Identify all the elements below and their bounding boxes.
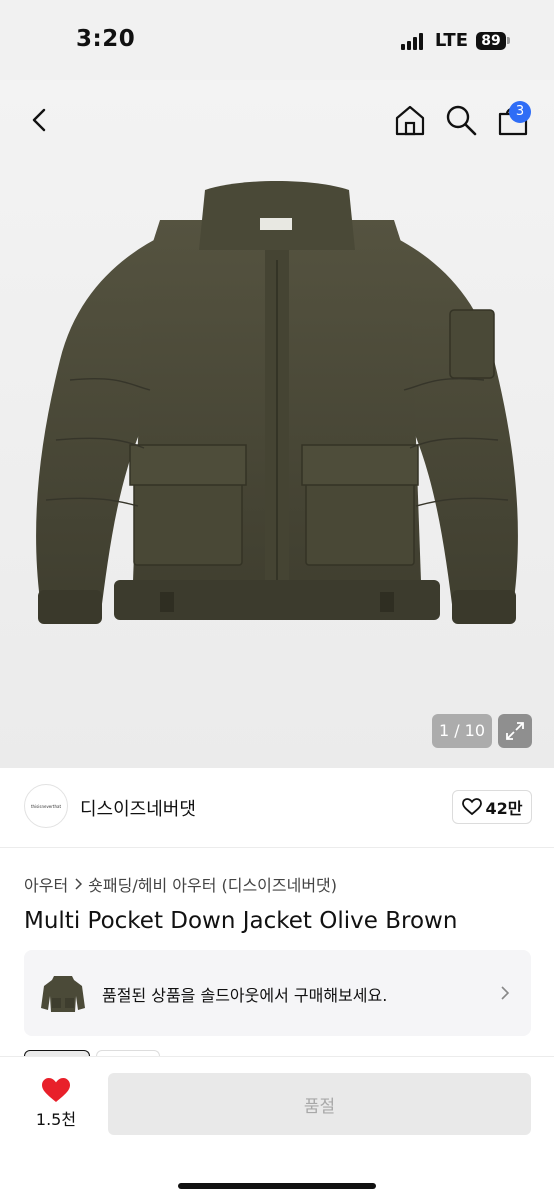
battery-level: 89 (476, 31, 506, 50)
heart-outline-icon (461, 798, 482, 816)
image-pager: 1 / 10 (432, 714, 492, 748)
breadcrumb-item-padding[interactable]: 숏패딩/헤비 아우터 (디스이즈네버댓) (88, 872, 337, 896)
home-indicator (178, 1183, 376, 1189)
product-photo (36, 181, 518, 624)
status-time: 3:20 (76, 26, 136, 52)
brand-logo[interactable]: thisisneverthat (24, 784, 68, 828)
expand-icon[interactable] (498, 714, 532, 748)
chevron-right-icon (501, 986, 510, 1000)
battery-icon: 89 (476, 31, 510, 50)
breadcrumb: 아우터 숏패딩/헤비 아우터 (디스이즈네버댓) (24, 872, 337, 896)
product-image-gallery[interactable]: 3 1 / 10 (0, 80, 554, 768)
home-icon[interactable] (392, 102, 428, 138)
wishlist-count: 1.5천 (35, 1110, 77, 1129)
soldout-button[interactable]: 품절 (108, 1073, 531, 1135)
back-arrow-icon[interactable] (22, 102, 58, 138)
bottom-action-bar: 1.5천 품절 (0, 1056, 554, 1200)
status-bar: 3:20 LTE 89 (0, 0, 554, 80)
product-title: Multi Pocket Down Jacket Olive Brown (24, 908, 458, 934)
soldout-banner-text: 품절된 상품을 솔드아웃에서 구매해보세요. (102, 986, 388, 1005)
chevron-right-icon (75, 878, 83, 890)
brand-name[interactable]: 디스이즈네버댓 (80, 795, 196, 821)
search-icon[interactable] (444, 102, 478, 138)
brand-like-button[interactable]: 42만 (452, 790, 532, 824)
signal-icon (400, 32, 423, 50)
soldout-banner[interactable]: 품절된 상품을 솔드아웃에서 구매해보세요. (24, 950, 531, 1036)
wishlist-button[interactable]: 1.5천 (22, 1071, 90, 1135)
status-indicators: LTE 89 (400, 30, 510, 51)
brand-logo-text: thisisneverthat (30, 803, 62, 809)
brand-row: thisisneverthat 디스이즈네버댓 42만 (0, 768, 554, 848)
product-thumbnail (41, 976, 85, 1012)
brand-like-count: 42만 (485, 799, 523, 818)
cart-count-badge: 3 (509, 101, 531, 123)
network-label: LTE (434, 30, 468, 51)
breadcrumb-item-outer[interactable]: 아우터 (24, 872, 68, 896)
heart-filled-icon (42, 1078, 70, 1102)
